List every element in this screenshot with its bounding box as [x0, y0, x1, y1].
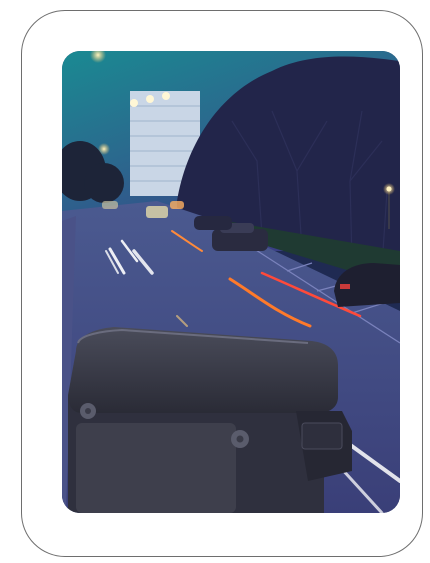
parked-car — [194, 216, 232, 230]
night-street-illustration — [62, 51, 400, 513]
foreground-utility-box — [68, 327, 352, 513]
night-street-photo — [62, 51, 400, 513]
parked-car — [334, 263, 400, 307]
